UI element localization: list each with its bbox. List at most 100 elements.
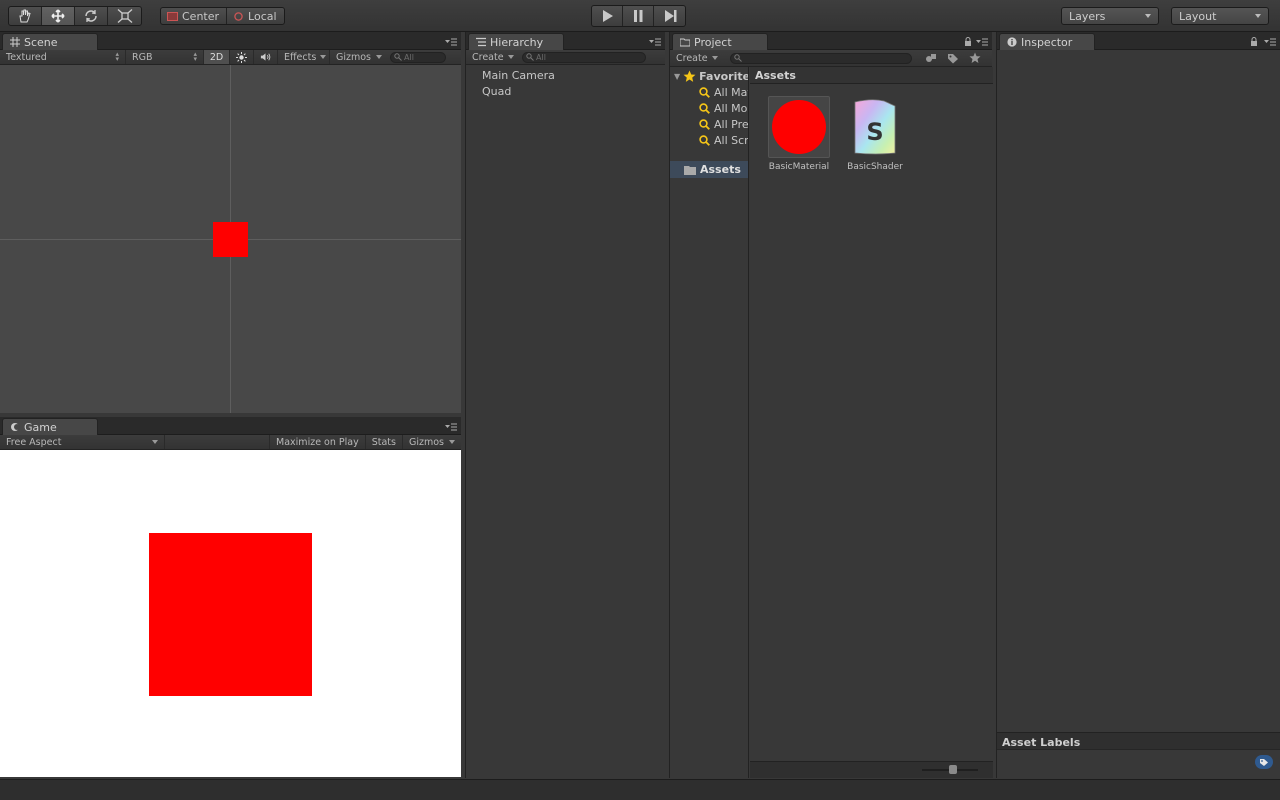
hierarchy-create-dropdown[interactable]: Create — [466, 50, 518, 64]
tab-inspector-label: Inspector — [1021, 36, 1073, 49]
panel-menu-icon[interactable] — [445, 38, 457, 46]
tab-project[interactable]: Project — [672, 33, 768, 50]
tab-inspector[interactable]: Inspector — [999, 33, 1095, 50]
audio-toggle[interactable] — [254, 50, 278, 64]
toggle-2d-button[interactable]: 2D — [204, 50, 230, 64]
move-icon — [51, 9, 65, 23]
pivot-local-icon — [234, 11, 243, 21]
tag-icon[interactable] — [1255, 755, 1273, 769]
icon-size-slider-thumb[interactable] — [949, 765, 957, 774]
aspect-label: Free Aspect — [6, 436, 62, 448]
render-mode-dropdown[interactable]: RGB ▴ ▾ — [126, 50, 204, 64]
draw-mode-dropdown[interactable]: Textured ▴ ▾ — [0, 50, 126, 64]
tab-hierarchy[interactable]: Hierarchy — [468, 33, 564, 50]
pause-button[interactable] — [623, 6, 654, 26]
layout-dropdown[interactable]: Layout — [1171, 7, 1269, 25]
updown-icon: ▴ ▾ — [115, 50, 119, 63]
pivot-local-button[interactable]: Local — [227, 8, 284, 24]
grid-icon — [10, 37, 20, 47]
rotate-tool-button[interactable] — [75, 7, 108, 25]
panel-menu-icon[interactable] — [445, 423, 457, 431]
sun-icon — [236, 51, 247, 63]
inspector-panel: Inspector Asset Labels — [996, 32, 1280, 778]
scene-search-placeholder: All — [404, 52, 414, 62]
stats-label: Stats — [371, 436, 396, 448]
tab-game-label: Game — [24, 421, 57, 434]
aspect-dropdown[interactable]: Free Aspect — [0, 435, 165, 449]
favorites-node[interactable]: ▼ Favorites — [674, 68, 748, 84]
game-gizmos-label: Gizmos — [409, 436, 445, 448]
asset-labels-body — [997, 750, 1280, 777]
chevron-down-icon — [507, 55, 514, 59]
game-gizmos-dropdown[interactable]: Gizmos — [403, 435, 461, 449]
chevron-down-icon — [152, 440, 158, 444]
search-icon — [699, 118, 710, 130]
tab-game[interactable]: Game — [2, 418, 98, 435]
panel-menu-icon[interactable] — [976, 38, 988, 46]
lighting-toggle[interactable] — [230, 50, 254, 64]
expand-triangle-icon: ▼ — [674, 71, 681, 81]
project-breadcrumb[interactable]: Assets — [750, 67, 993, 84]
pause-icon — [634, 10, 643, 22]
tab-scene-label: Scene — [24, 36, 58, 49]
lock-icon[interactable] — [1250, 37, 1258, 46]
lock-icon[interactable] — [964, 37, 972, 46]
chevron-down-icon — [449, 440, 455, 444]
favorite-all-materials[interactable]: All Materials — [699, 84, 748, 100]
play-button[interactable] — [592, 6, 623, 26]
search-icon — [699, 134, 710, 146]
assets-folder-label: Assets — [700, 163, 741, 176]
hierarchy-search-input[interactable]: All — [522, 51, 646, 63]
hierarchy-item-main-camera[interactable]: Main Camera — [482, 69, 555, 82]
favorite-all-scripts[interactable]: All Scripts — [699, 132, 748, 148]
draw-mode-label: Textured — [6, 51, 47, 63]
favorite-all-models[interactable]: All Models — [699, 100, 748, 116]
chevron-down-icon — [711, 56, 718, 60]
game-tabbar: Game — [0, 417, 461, 435]
filter-label-icon[interactable] — [947, 53, 959, 64]
scene-quad-object[interactable] — [213, 222, 248, 257]
asset-labels-header: Asset Labels — [997, 732, 1280, 750]
scene-gizmos-dropdown[interactable]: Gizmos — [330, 50, 388, 64]
pivot-center-button[interactable]: Center — [161, 8, 228, 24]
filter-type-icon[interactable] — [925, 53, 937, 64]
move-tool-button[interactable] — [42, 7, 75, 25]
tab-scene[interactable]: Scene — [2, 33, 98, 50]
chevron-down-icon — [376, 55, 382, 59]
tab-project-label: Project — [694, 36, 732, 49]
updown-icon: ▴ ▾ — [193, 50, 197, 63]
panel-menu-icon[interactable] — [1264, 38, 1276, 46]
scene-viewport[interactable] — [0, 65, 461, 413]
stats-toggle[interactable]: Stats — [366, 435, 403, 449]
game-viewport[interactable] — [0, 450, 461, 777]
asset-basic-material[interactable]: BasicMaterial — [766, 96, 832, 172]
scene-tabbar: Scene — [0, 32, 461, 50]
star-filter-icon[interactable] — [969, 52, 981, 64]
scale-tool-button[interactable] — [108, 7, 141, 25]
hierarchy-panel: Hierarchy Create All Main Camera Quad — [465, 32, 665, 778]
step-button[interactable] — [654, 6, 685, 26]
project-search-input[interactable] — [730, 52, 912, 64]
layers-dropdown[interactable]: Layers — [1061, 7, 1159, 25]
shader-icon: S — [854, 99, 896, 155]
rotate-icon — [85, 10, 97, 22]
project-create-dropdown[interactable]: Create — [670, 50, 722, 66]
hierarchy-control-bar: Create All — [466, 50, 665, 65]
favorites-label: Favorites — [699, 69, 748, 83]
favorite-label: All Models — [714, 101, 748, 115]
favorite-all-prefabs[interactable]: All Prefabs — [699, 116, 748, 132]
asset-basic-shader[interactable]: S BasicShader — [842, 96, 908, 172]
panel-menu-icon[interactable] — [649, 38, 661, 46]
effects-dropdown[interactable]: Effects — [278, 50, 330, 64]
assets-folder-node[interactable]: Assets — [670, 161, 748, 178]
toggle-2d-label: 2D — [209, 51, 224, 63]
hand-tool-button[interactable] — [9, 7, 42, 25]
hierarchy-item-quad[interactable]: Quad — [482, 85, 511, 98]
game-bar-spacer — [165, 435, 271, 449]
chevron-down-icon — [320, 55, 327, 59]
pivot-toggles: Center Local — [160, 7, 285, 25]
scene-search-input[interactable]: All — [390, 51, 446, 63]
project-control-bar: Create — [670, 50, 992, 67]
maximize-on-play-toggle[interactable]: Maximize on Play — [270, 435, 366, 449]
search-icon — [526, 53, 534, 61]
